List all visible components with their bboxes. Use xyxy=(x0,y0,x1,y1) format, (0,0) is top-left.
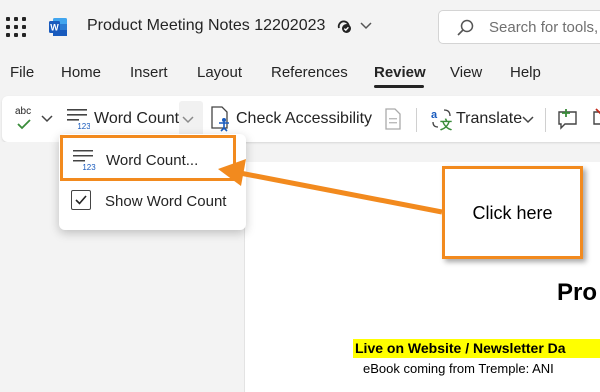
ribbon-separator xyxy=(545,108,546,132)
tab-layout[interactable]: Layout xyxy=(197,64,242,81)
search-icon xyxy=(457,19,474,36)
tab-insert[interactable]: Insert xyxy=(130,64,168,81)
show-word-count-checkbox[interactable] xyxy=(71,190,91,210)
spelling-icon-text: abc xyxy=(15,106,32,117)
svg-text:123: 123 xyxy=(77,122,90,130)
word-count-icon[interactable]: 123 xyxy=(66,106,90,130)
document-compare-icon[interactable] xyxy=(384,108,402,130)
highlighted-heading-line[interactable]: Live on Website / Newsletter Da xyxy=(353,339,600,358)
word-count-button[interactable]: Word Count xyxy=(94,110,179,128)
app-launcher-icon[interactable] xyxy=(6,17,26,37)
translate-button[interactable]: Translate xyxy=(456,110,522,128)
callout-text: Click here xyxy=(472,203,553,223)
word-count-dropdown-hover xyxy=(179,101,203,137)
spelling-chevron-down-icon[interactable] xyxy=(41,115,53,123)
word-count-menu-label[interactable]: Word Count... xyxy=(106,152,198,169)
document-body-line[interactable]: eBook coming from Tremple: ANI xyxy=(363,361,554,376)
tab-home[interactable]: Home xyxy=(61,64,101,81)
new-comment-icon[interactable] xyxy=(556,106,582,132)
search-placeholder: Search for tools, xyxy=(489,19,599,36)
callout-box: Click here xyxy=(442,166,583,259)
tab-file[interactable]: File xyxy=(10,64,34,81)
svg-text:a: a xyxy=(431,109,438,121)
word-count-menu-icon: 123 xyxy=(73,150,96,172)
translate-icon[interactable]: a 文 xyxy=(430,107,454,131)
spelling-grammar-button[interactable]: abc xyxy=(12,104,36,132)
document-title[interactable]: Product Meeting Notes 12202023 xyxy=(87,17,325,35)
checkmark-icon xyxy=(75,195,87,205)
checkmark-icon xyxy=(17,119,31,130)
svg-text:W: W xyxy=(50,23,59,33)
check-accessibility-button[interactable]: Check Accessibility xyxy=(236,110,372,128)
tab-review[interactable]: Review xyxy=(374,64,426,81)
svg-text:123: 123 xyxy=(82,163,96,172)
show-word-count-label[interactable]: Show Word Count xyxy=(105,193,226,210)
tab-view[interactable]: View xyxy=(450,64,482,81)
tab-references[interactable]: References xyxy=(271,64,348,81)
svg-text:文: 文 xyxy=(440,117,453,131)
word-logo-icon: W xyxy=(49,18,67,36)
title-bar: W Product Meeting Notes 12202023 Search … xyxy=(0,0,600,56)
check-accessibility-icon[interactable] xyxy=(209,106,233,132)
delete-comment-icon[interactable] xyxy=(592,106,600,132)
active-tab-indicator xyxy=(374,85,424,88)
translate-chevron-down-icon[interactable] xyxy=(522,116,534,124)
search-input[interactable]: Search for tools, xyxy=(438,10,600,44)
sync-status-icon[interactable] xyxy=(336,18,352,34)
ribbon-separator xyxy=(416,108,417,132)
tab-help[interactable]: Help xyxy=(510,64,541,81)
document-heading[interactable]: Pro xyxy=(557,279,597,307)
title-chevron-down-icon[interactable] xyxy=(360,20,372,30)
